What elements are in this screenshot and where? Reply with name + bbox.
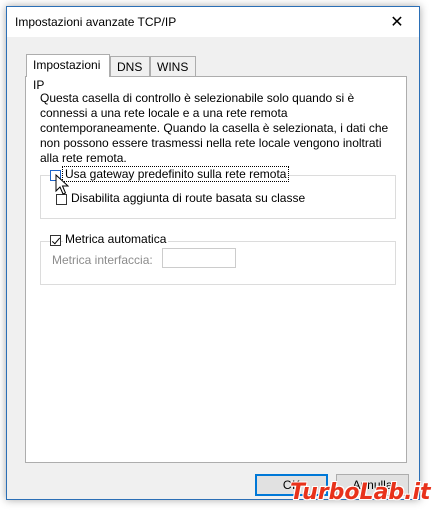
tab-label: DNS: [117, 60, 143, 74]
mouse-pointer-icon: [55, 174, 69, 195]
window-title: Impostazioni avanzate TCP/IP: [15, 15, 177, 29]
auto-metric-checkbox-label[interactable]: Metrica automatica: [63, 232, 169, 246]
auto-metric-checkbox[interactable]: [50, 235, 61, 246]
tab-label: WINS: [157, 60, 189, 74]
ip-settings-panel: Questa casella di controllo è selezionab…: [25, 76, 407, 463]
class-route-checkbox-label[interactable]: Disabilita aggiunta di route basata su c…: [69, 191, 308, 205]
tab-wins[interactable]: WINS: [150, 56, 196, 76]
close-button[interactable]: ✕: [375, 7, 419, 37]
title-bar: Impostazioni avanzate TCP/IP ✕: [7, 7, 419, 37]
gateway-checkbox-label[interactable]: Usa gateway predefinito sulla rete remot…: [61, 166, 290, 182]
tab-dns[interactable]: DNS: [110, 56, 150, 76]
watermark-logo: TurboLab.it: [290, 480, 431, 505]
close-icon: ✕: [390, 14, 404, 31]
interface-metric-label: Metrica interfaccia:: [52, 253, 153, 267]
tab-impostazioni-ip[interactable]: Impostazioni IP: [26, 54, 110, 92]
description-text: Questa casella di controllo è selezionab…: [40, 91, 389, 165]
interface-metric-input[interactable]: [162, 248, 236, 268]
